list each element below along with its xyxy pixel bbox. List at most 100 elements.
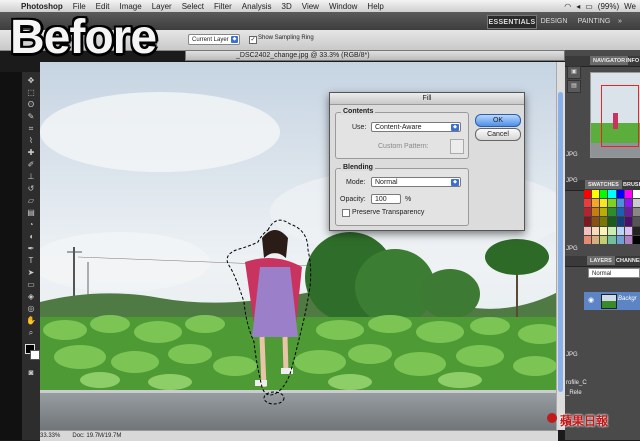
crop-tool-icon[interactable]: ⌗	[25, 124, 37, 134]
tab-channels[interactable]: CHANNEL	[613, 256, 640, 265]
document-size: Doc: 19.7M/19.7M	[72, 433, 122, 439]
dodge-tool-icon[interactable]: ◖	[25, 232, 37, 242]
chevron-updown-icon: ◆	[451, 124, 459, 131]
battery-icon[interactable]: ▭	[585, 2, 593, 11]
scroll-thumb[interactable]	[558, 92, 563, 392]
fill-dialog: Fill Contents Use: Content-Aware ◆ Custo…	[329, 92, 525, 231]
type-tool-icon[interactable]: T	[25, 256, 37, 266]
mode-select[interactable]: Normal ◆	[371, 177, 461, 187]
3d-rotate-tool-icon[interactable]: ◈	[25, 292, 37, 302]
side-label: JPG	[566, 178, 578, 184]
lasso-tool-icon[interactable]: ʘ	[25, 100, 37, 110]
preserve-transparency-label: Preserve Transparency	[352, 209, 425, 216]
battery-percent: (99%)	[597, 1, 620, 11]
before-caption: Before	[10, 11, 157, 64]
menu-image[interactable]: Image	[114, 2, 146, 11]
tab-layers[interactable]: LAYERS	[587, 256, 615, 265]
use-select-value: Content-Aware	[375, 124, 422, 131]
cancel-button[interactable]: Cancel	[475, 128, 521, 141]
healing-tool-icon[interactable]: ✚	[25, 148, 37, 158]
eraser-tool-icon[interactable]: ▱	[25, 196, 37, 206]
history-brush-tool-icon[interactable]: ↺	[25, 184, 37, 194]
apple-daily-logo-icon	[547, 413, 557, 423]
side-panel-icon[interactable]: ▤	[567, 80, 581, 93]
menu-edit[interactable]: Edit	[91, 2, 115, 11]
document-tab[interactable]: _DSC2402_change.jpg @ 33.3% (RGB/8*)	[185, 50, 565, 61]
blur-tool-icon[interactable]: ◔	[25, 220, 37, 230]
menu-app[interactable]: Photoshop	[16, 2, 68, 11]
layer-thumbnail	[601, 294, 617, 309]
workspace-essentials[interactable]: ESSENTIALS	[487, 15, 537, 29]
3d-orbit-tool-icon[interactable]: ◎	[25, 304, 37, 314]
hand-tool-icon[interactable]: ✋	[25, 316, 37, 326]
menu-select[interactable]: Select	[177, 2, 209, 11]
marquee-tool-icon[interactable]: ⬚	[25, 88, 37, 98]
navigator-preview[interactable]	[590, 72, 640, 158]
show-sampling-ring-checkbox[interactable]: ✓	[249, 36, 257, 44]
tab-swatches[interactable]: SWATCHES	[585, 180, 622, 189]
quick-select-tool-icon[interactable]: ✎	[25, 112, 37, 122]
navigator-view-box[interactable]	[601, 85, 639, 147]
blending-group-title: Blending	[341, 164, 375, 171]
clone-stamp-tool-icon[interactable]: ⊥	[25, 172, 37, 182]
quick-mask-icon[interactable]: ◙	[25, 368, 37, 378]
wifi-icon[interactable]: ◠	[564, 2, 571, 11]
eyedropper-tool-icon[interactable]: ⌇	[25, 136, 37, 146]
newspaper-watermark: 蘋果日報	[560, 414, 609, 428]
layer-name[interactable]: Backgr	[618, 296, 637, 302]
toolbox: ✥ ⬚ ʘ ✎ ⌗ ⌇ ✚ ✐ ⊥ ↺ ▱ ▤ ◔ ◖ ✒ T ➤ ▭ ◈ ◎ …	[22, 72, 41, 440]
mode-select-value: Normal	[375, 179, 398, 186]
sample-layer-select[interactable]: Current Layer ◆	[188, 34, 240, 45]
vertical-scrollbar[interactable]	[556, 62, 565, 430]
contents-group	[335, 112, 469, 159]
chevron-updown-icon: ◆	[231, 36, 238, 43]
menu-3d[interactable]: 3D	[277, 2, 297, 11]
tab-info[interactable]: INFO	[623, 56, 640, 65]
menu-layer[interactable]: Layer	[147, 2, 177, 11]
workspace-design[interactable]: DESIGN	[540, 15, 568, 27]
menu-view[interactable]: View	[297, 2, 324, 11]
tab-brushes[interactable]: BRUSH	[620, 180, 640, 189]
workspace-more-button[interactable]: »	[615, 15, 625, 27]
move-tool-icon[interactable]: ✥	[25, 76, 37, 86]
volume-icon[interactable]: ◂	[576, 2, 580, 11]
layer-blend-mode-select[interactable]: Normal	[588, 268, 640, 278]
custom-pattern-picker[interactable]	[450, 139, 464, 154]
mode-label: Mode:	[346, 179, 366, 186]
gradient-tool-icon[interactable]: ▤	[25, 208, 37, 218]
left-dark-edge	[0, 72, 22, 440]
menu-filter[interactable]: Filter	[209, 2, 237, 11]
eye-icon[interactable]: ◉	[588, 297, 596, 304]
file-label: rofile_C	[566, 380, 587, 386]
menu-help[interactable]: Help	[362, 2, 388, 11]
clock-day: We	[624, 1, 636, 11]
opacity-input[interactable]: 100	[371, 194, 401, 204]
shape-tool-icon[interactable]: ▭	[25, 280, 37, 290]
side-label: JPG	[566, 152, 578, 158]
menu-window[interactable]: Window	[324, 2, 362, 11]
zoom-tool-icon[interactable]: ⌕	[25, 328, 37, 338]
use-select[interactable]: Content-Aware ◆	[371, 122, 461, 132]
menu-file[interactable]: File	[68, 2, 91, 11]
side-label: JPG	[566, 246, 578, 252]
workspace-painting[interactable]: PAINTING	[576, 15, 612, 27]
chevron-updown-icon: ◆	[451, 179, 459, 186]
status-bar: 33.33% Doc: 19.7M/19.7M	[40, 430, 558, 441]
background-color-swatch[interactable]	[30, 350, 40, 360]
preserve-transparency-checkbox[interactable]	[342, 209, 350, 217]
swatches-grid[interactable]	[584, 190, 640, 244]
brush-tool-icon[interactable]: ✐	[25, 160, 37, 170]
menu-analysis[interactable]: Analysis	[237, 2, 277, 11]
contents-group-title: Contents	[341, 108, 376, 115]
ok-button[interactable]: OK	[475, 114, 521, 127]
fill-dialog-title: Fill	[330, 93, 524, 105]
opacity-label: Opacity:	[340, 196, 366, 203]
file-label: _Rele	[566, 390, 582, 396]
opacity-unit: %	[405, 196, 412, 203]
pen-tool-icon[interactable]: ✒	[25, 244, 37, 254]
zoom-level[interactable]: 33.33%	[40, 433, 60, 439]
custom-pattern-label: Custom Pattern:	[378, 143, 429, 150]
path-select-tool-icon[interactable]: ➤	[25, 268, 37, 278]
side-label: JPG	[566, 352, 578, 358]
side-panel-icon[interactable]: ▣	[567, 66, 581, 79]
